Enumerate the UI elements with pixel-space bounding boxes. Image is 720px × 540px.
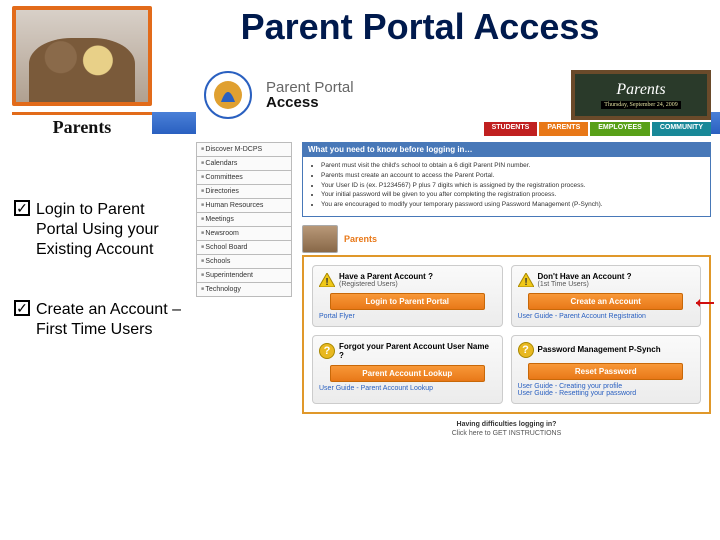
callout-arrow <box>696 302 714 304</box>
tab-parents[interactable]: PARENTS <box>539 122 588 136</box>
info-bullet: Your User ID is (ex. P1234567) P plus 7 … <box>321 181 702 191</box>
warning-icon: ! <box>518 273 534 287</box>
profile-guide-link[interactable]: User Guide - Creating your profile <box>518 383 695 390</box>
menu-item[interactable]: Calendars <box>196 156 292 170</box>
info-bullet: Parents must create an account to access… <box>321 171 702 181</box>
action-grid: ! Have a Parent Account ?(Registered Use… <box>302 255 711 414</box>
card-password-mgmt: ? Password Management P-Synch Reset Pass… <box>511 335 702 404</box>
parents-photo <box>12 6 152 106</box>
question-icon: ? <box>518 342 534 358</box>
portal-screenshot: Parent Portal Access Parents Thursday, S… <box>196 70 711 530</box>
checklist-text: Create an Account – First Time Users <box>36 300 184 340</box>
lookup-guide-link[interactable]: User Guide - Parent Account Lookup <box>319 385 496 392</box>
menu-item[interactable]: Discover M-DCPS <box>196 142 292 156</box>
checklist: ✓ Login to Parent Portal Using your Exis… <box>14 200 184 380</box>
card-have-account: ! Have a Parent Account ?(Registered Use… <box>312 265 503 327</box>
footer-help[interactable]: Having difficulties logging in? Click he… <box>302 420 711 438</box>
checkbox-icon: ✓ <box>14 300 30 316</box>
account-lookup-button[interactable]: Parent Account Lookup <box>330 365 485 382</box>
side-menu: Discover M-DCPS Calendars Committees Dir… <box>196 142 292 438</box>
checklist-text: Login to Parent Portal Using your Existi… <box>36 200 184 260</box>
menu-item[interactable]: Meetings <box>196 212 292 226</box>
menu-item[interactable]: Superintendent <box>196 268 292 282</box>
tab-employees[interactable]: EMPLOYEES <box>590 122 650 136</box>
tab-community[interactable]: COMMUNITY <box>652 122 711 136</box>
menu-item[interactable]: School Board <box>196 240 292 254</box>
info-bullet: You are encouraged to modify your tempor… <box>321 200 702 210</box>
info-bullet: Your initial password will be given to y… <box>321 190 702 200</box>
portal-flyer-link[interactable]: Portal Flyer <box>319 313 496 320</box>
portal-title: Parent Portal Access <box>260 79 354 111</box>
info-box: Parent must visit the child's school to … <box>302 157 711 217</box>
svg-text:!: ! <box>325 277 328 287</box>
menu-item[interactable]: Newsroom <box>196 226 292 240</box>
checklist-item: ✓ Login to Parent Portal Using your Exis… <box>14 200 184 260</box>
checklist-item: ✓ Create an Account – First Time Users <box>14 300 184 340</box>
mini-photo <box>302 225 338 253</box>
info-bar: What you need to know before logging in… <box>302 142 711 157</box>
reset-guide-link[interactable]: User Guide - Resetting your password <box>518 390 695 397</box>
card-no-account: ! Don't Have an Account ?(1st Time Users… <box>511 265 702 327</box>
info-bullet: Parent must visit the child's school to … <box>321 161 702 171</box>
create-account-button[interactable]: Create an Account <box>528 293 683 310</box>
parents-section-header: Parents <box>302 225 711 253</box>
menu-item[interactable]: Committees <box>196 170 292 184</box>
svg-text:!: ! <box>524 277 527 287</box>
menu-item[interactable]: Directories <box>196 184 292 198</box>
tab-students[interactable]: STUDENTS <box>484 122 538 136</box>
question-icon: ? <box>319 343 335 359</box>
district-seal <box>196 70 260 120</box>
menu-item[interactable]: Technology <box>196 282 292 297</box>
warning-icon: ! <box>319 273 335 287</box>
checkbox-icon: ✓ <box>14 200 30 216</box>
login-button[interactable]: Login to Parent Portal <box>330 293 485 310</box>
card-forgot-username: ? Forgot your Parent Account User Name ?… <box>312 335 503 404</box>
registration-guide-link[interactable]: User Guide - Parent Account Registration <box>518 313 695 320</box>
reset-password-button[interactable]: Reset Password <box>528 363 683 380</box>
portal-header: Parent Portal Access Parents Thursday, S… <box>196 70 711 120</box>
menu-item[interactable]: Schools <box>196 254 292 268</box>
parents-label: Parents <box>12 112 152 142</box>
menu-item[interactable]: Human Resources <box>196 198 292 212</box>
nav-tabs: STUDENTS PARENTS EMPLOYEES COMMUNITY <box>196 122 711 136</box>
chalkboard: Parents Thursday, September 24, 2009 <box>571 70 711 120</box>
